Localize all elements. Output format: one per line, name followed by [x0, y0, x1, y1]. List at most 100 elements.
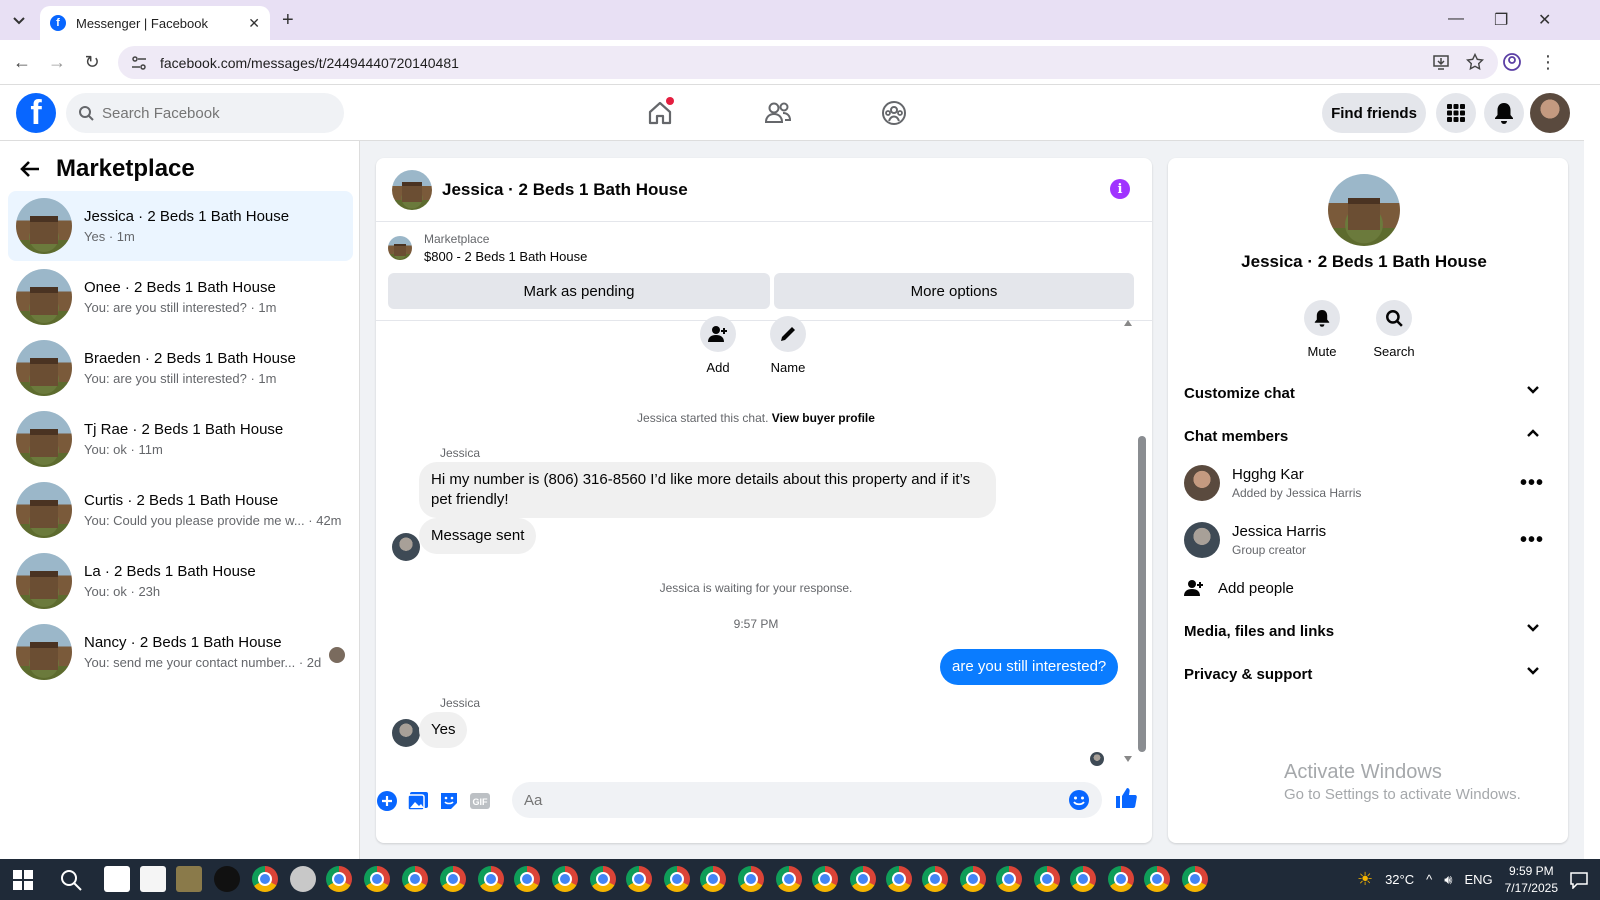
sender-avatar[interactable] — [392, 719, 420, 747]
back-arrow-icon[interactable] — [20, 160, 40, 178]
menu-button[interactable] — [1436, 93, 1476, 133]
notifications-button[interactable] — [1484, 93, 1524, 133]
site-settings-icon[interactable] — [130, 54, 148, 72]
conversation-item[interactable]: Curtis · 2 Beds 1 Bath House You: Could y… — [8, 475, 353, 545]
thumbs-up-icon[interactable] — [1114, 786, 1138, 810]
chrome-icon[interactable] — [738, 866, 764, 892]
tab-search-icon[interactable] — [8, 10, 30, 32]
chrome-icon[interactable] — [590, 866, 616, 892]
chrome-icon[interactable] — [626, 866, 652, 892]
conversation-item[interactable]: La · 2 Beds 1 Bath House You: ok · 23h — [8, 546, 353, 616]
language[interactable]: ENG — [1464, 872, 1492, 887]
volume-icon[interactable]: 🔊︎ — [1444, 872, 1452, 888]
groups-nav[interactable] — [878, 97, 910, 129]
privacy-support-section[interactable]: Privacy & support — [1176, 654, 1552, 694]
conversation-item[interactable]: Onee · 2 Beds 1 Bath House You: are you s… — [8, 262, 353, 332]
sticker-icon[interactable] — [438, 790, 460, 812]
browser-menu-icon[interactable]: ⋮ — [1538, 52, 1558, 72]
name-chat-action[interactable]: Name — [758, 316, 818, 375]
chrome-icon[interactable] — [812, 866, 838, 892]
taskbar-app-icon[interactable] — [214, 866, 240, 892]
notification-center-icon[interactable] — [1570, 871, 1588, 889]
new-tab-icon[interactable]: + — [282, 9, 294, 32]
chat-title[interactable]: Jessica · 2 Beds 1 Bath House — [442, 180, 688, 200]
minimize-icon[interactable]: — — [1448, 10, 1464, 28]
tray-chevron-icon[interactable]: ^ — [1426, 872, 1432, 887]
scroll-down-icon[interactable] — [1124, 756, 1132, 762]
media-files-section[interactable]: Media, files and links — [1176, 611, 1552, 651]
weather-icon[interactable]: ☀ — [1357, 869, 1373, 890]
chat-photo[interactable] — [1328, 174, 1400, 246]
incoming-message[interactable]: Yes — [419, 712, 468, 748]
chrome-icon[interactable] — [478, 866, 504, 892]
chrome-icon[interactable] — [364, 866, 390, 892]
tab-close-icon[interactable]: ✕ — [248, 15, 260, 32]
chrome-icon[interactable] — [776, 866, 802, 892]
chrome-icon[interactable] — [922, 866, 948, 892]
facebook-logo[interactable]: f — [16, 93, 56, 133]
taskbar-search-icon[interactable] — [60, 869, 82, 891]
search-conversation-action[interactable]: Search — [1364, 300, 1424, 359]
member-row[interactable]: Hgghg Kar Added by Jessica Harris ••• — [1184, 458, 1544, 508]
listing-banner[interactable]: Marketplace $800 - 2 Beds 1 Bath House — [388, 232, 587, 264]
sender-avatar[interactable] — [392, 533, 420, 561]
chrome-icon[interactable] — [1108, 866, 1134, 892]
profile-icon[interactable] — [1502, 52, 1522, 72]
taskbar-app-icon[interactable] — [176, 866, 202, 892]
chrome-icon[interactable] — [1144, 866, 1170, 892]
install-app-icon[interactable] — [1432, 53, 1450, 71]
home-nav[interactable] — [644, 97, 676, 129]
taskbar-app-icon[interactable] — [290, 866, 316, 892]
page-scrollbar[interactable] — [1584, 85, 1600, 859]
forward-icon[interactable]: → — [47, 52, 67, 72]
find-friends-button[interactable]: Find friends — [1322, 93, 1426, 133]
chrome-icon[interactable] — [440, 866, 466, 892]
conversation-item[interactable]: Tj Rae · 2 Beds 1 Bath House You: ok · 11… — [8, 404, 353, 474]
chat-members-section[interactable]: Chat members — [1176, 416, 1552, 456]
browser-tab[interactable]: f Messenger | Facebook ✕ — [40, 6, 270, 40]
add-people-button[interactable]: Add people — [1176, 568, 1552, 608]
view-buyer-profile-link[interactable]: View buyer profile — [772, 411, 875, 425]
chrome-icon[interactable] — [252, 866, 278, 892]
emoji-icon[interactable] — [1068, 789, 1090, 811]
url-field[interactable]: facebook.com/messages/t/2449444072014048… — [118, 46, 1498, 79]
account-avatar[interactable] — [1530, 93, 1570, 133]
weather-temp[interactable]: 32°C — [1385, 872, 1414, 887]
chrome-icon[interactable] — [1034, 866, 1060, 892]
conversation-item[interactable]: Nancy · 2 Beds 1 Bath House You: send me … — [8, 617, 353, 687]
close-window-icon[interactable]: ✕ — [1538, 10, 1551, 30]
chrome-icon[interactable] — [1070, 866, 1096, 892]
facebook-search[interactable] — [66, 93, 344, 133]
search-input[interactable] — [102, 104, 322, 122]
conversation-item[interactable]: Braeden · 2 Beds 1 Bath House You: are yo… — [8, 333, 353, 403]
add-member-action[interactable]: Add — [688, 316, 748, 375]
more-options-button[interactable]: More options — [774, 273, 1134, 309]
member-row[interactable]: Jessica Harris Group creator ••• — [1184, 515, 1544, 565]
bookmark-star-icon[interactable] — [1466, 53, 1484, 71]
mute-action[interactable]: Mute — [1292, 300, 1352, 359]
incoming-message[interactable]: Hi my number is (806) 316-8560 I’d like … — [419, 462, 996, 518]
chrome-icon[interactable] — [1182, 866, 1208, 892]
chrome-icon[interactable] — [850, 866, 876, 892]
friends-nav[interactable] — [762, 97, 794, 129]
message-input[interactable] — [524, 791, 1044, 809]
reload-icon[interactable]: ↻ — [82, 52, 102, 72]
chrome-icon[interactable] — [996, 866, 1022, 892]
chrome-icon[interactable] — [960, 866, 986, 892]
info-icon[interactable]: i — [1110, 179, 1130, 199]
plus-circle-icon[interactable] — [376, 790, 398, 812]
scroll-up-icon[interactable] — [1124, 320, 1132, 326]
chrome-icon[interactable] — [700, 866, 726, 892]
chat-thumbnail[interactable] — [392, 169, 432, 210]
taskbar-store-icon[interactable] — [140, 866, 166, 892]
taskbar-app-icon[interactable] — [104, 866, 130, 892]
chrome-icon[interactable] — [326, 866, 352, 892]
more-options-icon[interactable]: ••• — [1520, 529, 1544, 552]
chrome-icon[interactable] — [552, 866, 578, 892]
gif-icon[interactable]: GIF — [469, 790, 491, 812]
windows-start-icon[interactable] — [13, 870, 33, 890]
chrome-icon[interactable] — [664, 866, 690, 892]
outgoing-message[interactable]: are you still interested? — [940, 649, 1119, 685]
chrome-icon[interactable] — [514, 866, 540, 892]
back-icon[interactable]: ← — [12, 52, 32, 72]
